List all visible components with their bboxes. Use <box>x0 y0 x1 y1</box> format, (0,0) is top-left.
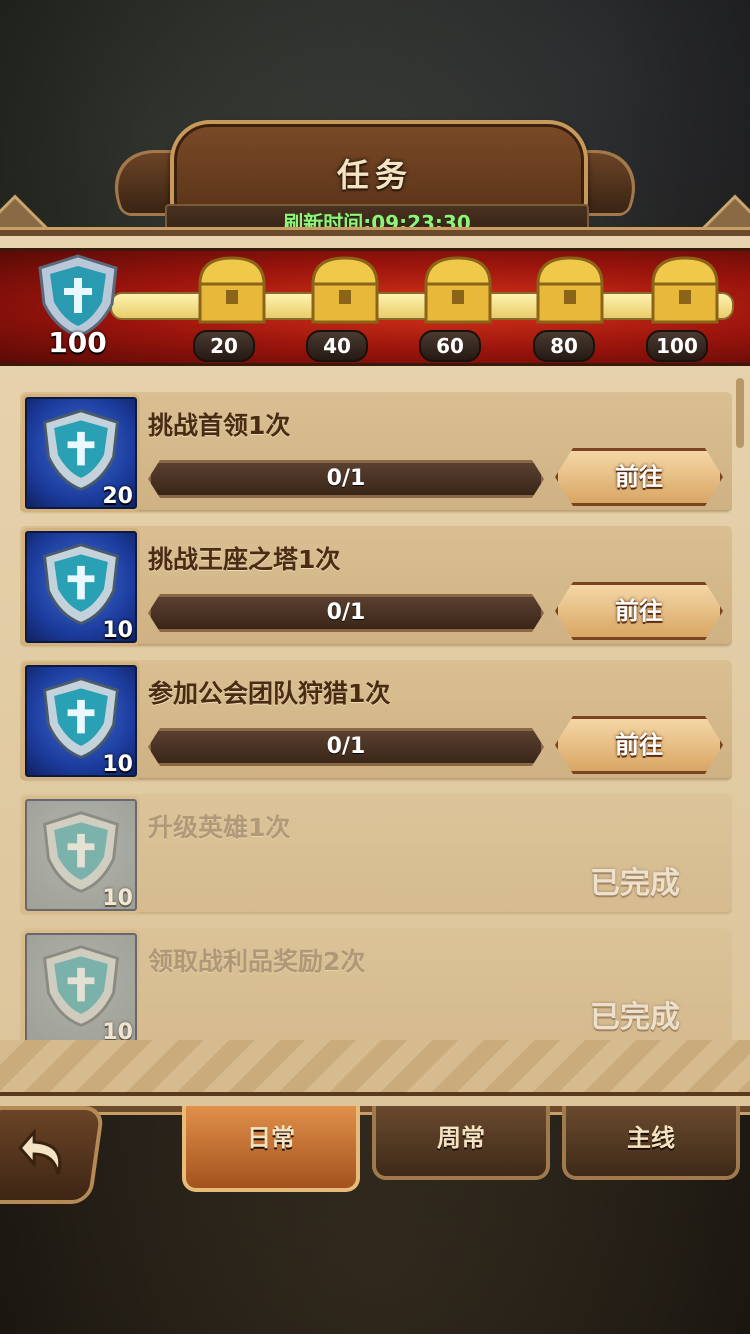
milestone-label: 100 <box>646 330 708 362</box>
task-row: 10 升级英雄1次 已完成 <box>20 794 732 914</box>
task-badge: 20 <box>22 394 140 512</box>
back-button[interactable] <box>0 1106 105 1204</box>
task-title: 挑战王座之塔1次 <box>148 545 341 574</box>
task-list[interactable]: 20 挑战首领1次 0/1 前往 10 挑战王座之塔1次 0/1 前往 10 参… <box>20 392 732 1042</box>
milestone-label: 80 <box>533 330 595 362</box>
tab-daily[interactable]: 日常 <box>182 1106 360 1192</box>
task-title: 领取战利品奖励2次 <box>148 947 366 976</box>
task-points: 20 <box>102 484 133 509</box>
treasure-chest-icon[interactable] <box>418 254 498 326</box>
treasure-chest-icon[interactable] <box>192 254 272 326</box>
task-points: 10 <box>102 752 133 777</box>
task-badge: 10 <box>22 930 140 1042</box>
task-progress-text: 0/1 <box>326 734 366 759</box>
milestone-label: 40 <box>306 330 368 362</box>
go-button[interactable]: 前往 <box>555 716 723 774</box>
task-row: 10 领取战利品奖励2次 已完成 <box>20 928 732 1042</box>
task-title: 挑战首领1次 <box>148 411 291 440</box>
task-points: 10 <box>102 618 133 643</box>
task-badge: 10 <box>22 662 140 780</box>
task-row: 10 参加公会团队狩猎1次 0/1 前往 <box>20 660 732 780</box>
completed-label: 已完成 <box>590 866 680 901</box>
treasure-chest-icon[interactable] <box>645 254 725 326</box>
task-points: 10 <box>102 886 133 911</box>
task-title: 升级英雄1次 <box>148 813 291 842</box>
task-row: 20 挑战首领1次 0/1 前往 <box>20 392 732 512</box>
treasure-chest-icon[interactable] <box>530 254 610 326</box>
go-button[interactable]: 前往 <box>555 448 723 506</box>
panel-bottom-edge <box>0 1040 750 1096</box>
tab-weekly[interactable]: 周常 <box>372 1106 550 1180</box>
treasure-chest-icon[interactable] <box>305 254 385 326</box>
task-progress-text: 0/1 <box>326 600 366 625</box>
task-title: 参加公会团队狩猎1次 <box>148 679 391 708</box>
task-badge: 10 <box>22 528 140 646</box>
activity-total: 100 <box>48 326 107 359</box>
tab-main[interactable]: 主线 <box>562 1106 740 1180</box>
back-arrow-icon <box>18 1128 62 1175</box>
go-button[interactable]: 前往 <box>555 582 723 640</box>
task-points: 10 <box>102 1020 133 1042</box>
milestone-label: 20 <box>193 330 255 362</box>
task-row: 10 挑战王座之塔1次 0/1 前往 <box>20 526 732 646</box>
scrollbar[interactable] <box>736 378 744 448</box>
page-title: 任务 <box>336 156 413 194</box>
task-badge: 10 <box>22 796 140 914</box>
task-progress-text: 0/1 <box>326 466 366 491</box>
completed-label: 已完成 <box>590 1000 680 1035</box>
milestone-label: 60 <box>419 330 481 362</box>
